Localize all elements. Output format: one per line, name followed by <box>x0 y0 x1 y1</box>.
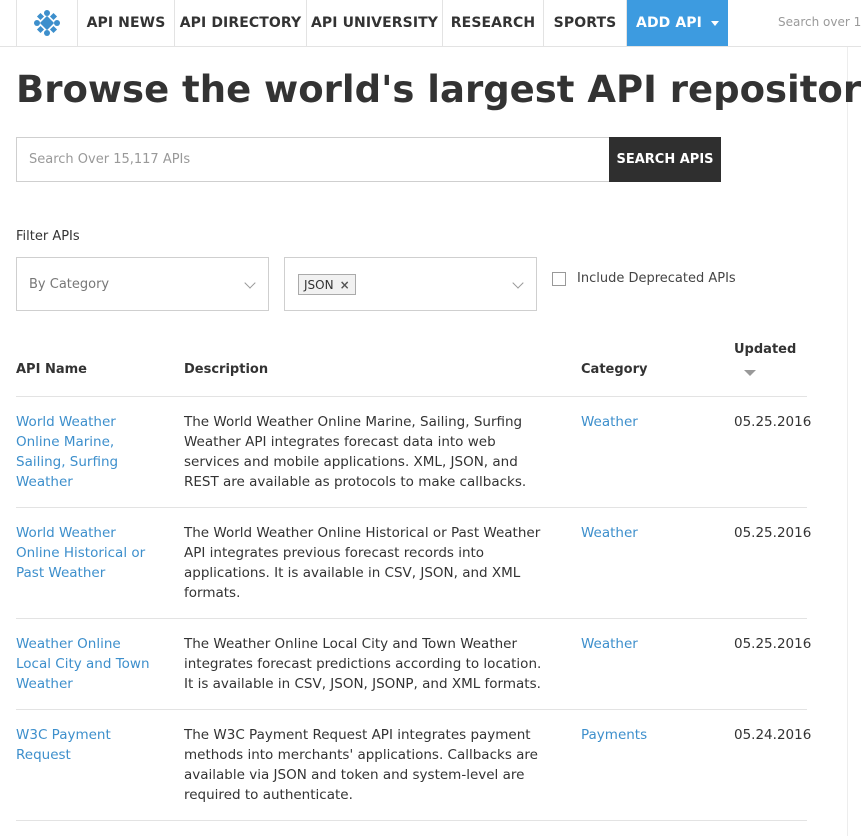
api-name-link[interactable]: W3C Payment Request <box>16 725 156 765</box>
nav-search-input[interactable]: Search over 15 <box>778 15 861 29</box>
nav-research-label: RESEARCH <box>450 15 536 31</box>
nav-api-university-label: API UNIVERSITY <box>310 15 439 31</box>
nav-research[interactable]: RESEARCH <box>443 0 544 46</box>
api-description: The World Weather Online Marine, Sailing… <box>184 414 527 490</box>
api-category-link[interactable]: Weather <box>581 634 701 654</box>
deprecated-label: Include Deprecated APIs <box>577 271 736 286</box>
api-updated-date: 05.25.2016 <box>734 636 812 652</box>
api-category-link[interactable]: Weather <box>581 412 701 432</box>
nav-api-news-label: API NEWS <box>86 15 166 31</box>
top-nav: API NEWS API DIRECTORY API UNIVERSITY RE… <box>0 0 861 47</box>
format-tag: JSON × <box>298 274 356 295</box>
header-category[interactable]: Category <box>581 362 647 377</box>
nav-add-api-button[interactable]: ADD API <box>627 0 728 46</box>
api-updated-date: 05.25.2016 <box>734 414 812 430</box>
search-input[interactable]: Search Over 15,117 APIs <box>16 137 609 182</box>
puzzle-logo-icon <box>34 10 60 36</box>
table-divider <box>16 396 807 397</box>
api-name-link[interactable]: World Weather Online Historical or Past … <box>16 523 156 583</box>
category-select[interactable]: By Category <box>16 257 269 311</box>
format-tag-label: JSON <box>304 277 334 292</box>
nav-api-directory-label: API DIRECTORY <box>179 15 302 31</box>
api-description: The W3C Payment Request API integrates p… <box>184 727 538 803</box>
table-divider <box>16 507 807 508</box>
chevron-down-icon <box>244 277 256 289</box>
nav-add-api-label: ADD API <box>636 15 702 31</box>
deprecated-checkbox[interactable] <box>552 271 566 286</box>
api-description: The Weather Online Local City and Town W… <box>184 636 542 692</box>
nav-sports-label: SPORTS <box>553 15 617 31</box>
filter-label: Filter APIs <box>16 229 80 244</box>
scrollbar[interactable] <box>847 47 861 836</box>
format-select[interactable]: JSON × <box>284 257 537 311</box>
nav-api-news[interactable]: API NEWS <box>78 0 175 46</box>
api-name-link[interactable]: Weather Online Local City and Town Weath… <box>16 634 156 694</box>
table-divider <box>16 709 807 710</box>
api-category-link[interactable]: Payments <box>581 725 701 745</box>
nav-sports[interactable]: SPORTS <box>544 0 627 46</box>
caret-down-icon <box>710 20 719 26</box>
header-description: Description <box>184 362 269 377</box>
search-placeholder: Search Over 15,117 APIs <box>29 152 191 167</box>
chevron-down-icon <box>512 277 524 289</box>
include-deprecated-toggle[interactable]: Include Deprecated APIs <box>552 271 736 286</box>
nav-api-directory[interactable]: API DIRECTORY <box>175 0 307 46</box>
category-select-placeholder: By Category <box>29 276 110 292</box>
api-updated-date: 05.24.2016 <box>734 727 812 743</box>
logo[interactable] <box>16 0 78 46</box>
table-divider <box>16 618 807 619</box>
api-name-link[interactable]: World Weather Online Marine, Sailing, Su… <box>16 412 156 492</box>
nav-api-university[interactable]: API UNIVERSITY <box>307 0 443 46</box>
sort-desc-icon[interactable] <box>744 370 756 376</box>
search-apis-button[interactable]: SEARCH APIS <box>609 137 721 182</box>
header-updated[interactable]: Updated <box>734 342 796 357</box>
api-updated-date: 05.25.2016 <box>734 525 812 541</box>
page-title: Browse the world's largest API repositor… <box>16 68 861 111</box>
header-api-name[interactable]: API Name <box>16 362 87 377</box>
api-category-link[interactable]: Weather <box>581 523 701 543</box>
table-divider <box>16 820 807 821</box>
api-description: The World Weather Online Historical or P… <box>184 525 541 601</box>
remove-tag-icon[interactable]: × <box>340 278 350 292</box>
